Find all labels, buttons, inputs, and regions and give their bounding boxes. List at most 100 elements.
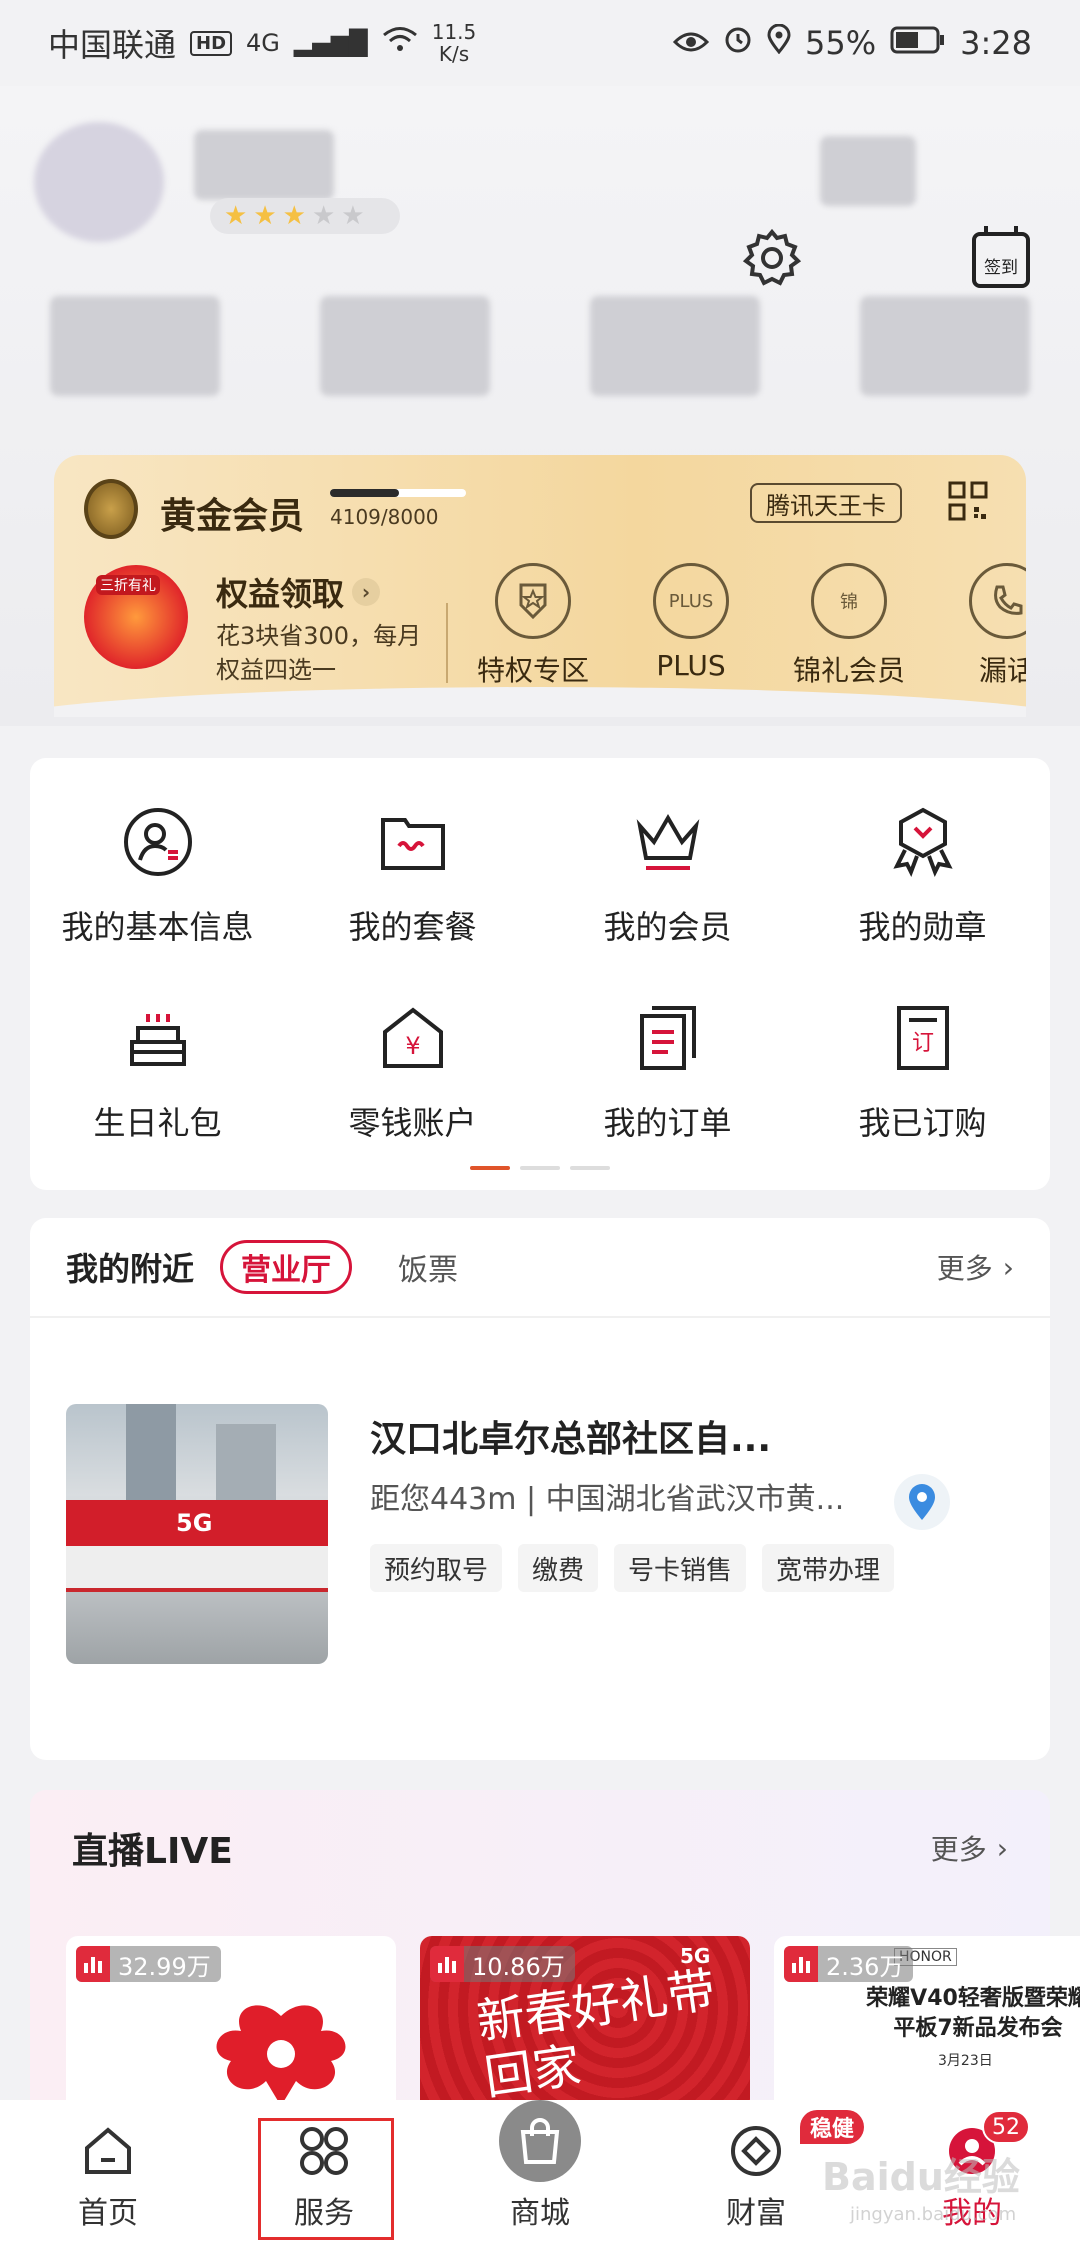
notification-blurred[interactable] [820,136,916,206]
more-label: 更多 [930,1833,987,1866]
rights-title: 权益领取 › [216,569,381,615]
speed-unit: K/s [438,42,470,66]
service-tag[interactable]: 预约取号 [370,1544,503,1592]
signin-button[interactable]: 签到 [972,226,1030,288]
diamond-icon [727,2122,785,2180]
qr-code-icon[interactable] [948,481,988,521]
tab-meal-ticket[interactable]: 饭票 [398,1245,458,1289]
orders-icon [628,998,708,1078]
live-bars-icon [76,1946,110,1982]
page-indicator [470,1166,610,1170]
battery-icon [890,24,946,62]
live-card[interactable]: 32.99万 [66,1936,396,2116]
settings-button[interactable] [740,226,804,290]
func-change-account[interactable]: ¥ 零钱账户 [285,998,540,1194]
perk-plus[interactable]: PLUS PLUS [632,563,750,689]
fish-tag: 三折有礼 [96,575,160,595]
eye-icon [672,24,710,62]
func-my-membership[interactable]: 我的会员 [540,802,795,998]
store-image-sign: 5G [66,1500,328,1546]
alarm-icon [723,24,753,62]
perk-missed-call[interactable]: 漏话 [948,563,1026,689]
svg-text:¥: ¥ [405,1032,420,1060]
viewer-count-badge: 10.86万 [430,1946,575,1982]
tab-business-hall[interactable]: 营业厅 [220,1240,353,1294]
watermark-logo: Baidu经验 [822,2155,1020,2199]
func-basic-info[interactable]: 我的基本信息 [30,802,285,998]
service-tag[interactable]: 号卡销售 [614,1544,747,1592]
clock-time: 3:28 [960,24,1032,62]
status-bar: 中国联通 HD 4G ▂▄▆█ 11.5 K/s 55% 3:28 [0,0,1080,86]
user-info-icon [118,802,198,882]
perks-row: 特权专区 PLUS PLUS 锦 锦礼会员 漏话 [474,563,1026,689]
live-card[interactable]: HONOR 荣耀V40轻奢版暨荣耀平板7新品发布会 3月23日 2.36万 [774,1936,1080,2116]
nearby-more-link[interactable]: 更多 › [937,1247,1014,1287]
func-label: 我的套餐 [348,908,477,946]
shield-star-icon [495,563,571,639]
service-tag[interactable]: 缴费 [518,1544,599,1592]
perk-gift-member[interactable]: 锦 锦礼会员 [790,563,908,689]
func-my-package[interactable]: 我的套餐 [285,802,540,998]
store-name[interactable]: 汉口北卓尔总部社区自... [370,1410,771,1462]
quick-item-blurred[interactable] [50,296,220,396]
crown-icon [628,802,708,882]
rights-title-text: 权益领取 [216,575,345,613]
quick-item-blurred[interactable] [860,296,1030,396]
perk-privilege-zone[interactable]: 特权专区 [474,563,592,689]
services-grid-icon [295,2122,353,2180]
perk-label: 锦礼会员 [792,654,905,687]
store-image[interactable]: 5G [66,1404,328,1664]
nav-services[interactable]: 服务 [216,2100,432,2244]
quick-item-blurred[interactable] [590,296,760,396]
shopping-bag-icon [499,2100,581,2182]
func-my-medals[interactable]: 我的勋章 [795,802,1050,998]
store-image-building [126,1404,176,1514]
star-icon: ★ [341,201,365,231]
package-icon [373,802,453,882]
function-grid: 我的基本信息 我的套餐 我的会员 我的勋章 生日礼包 ¥ 零钱账户 我的订单 订… [30,758,1050,1194]
tencent-card-button[interactable]: 腾讯天王卡 [750,483,902,523]
avatar[interactable] [34,122,164,242]
live-header: 直播LIVE 更多 › [30,1790,1050,1906]
signal-icon: ▂▄▆█ [293,29,368,57]
nav-mall[interactable]: 商城 [432,2100,648,2244]
perk-label: 特权专区 [476,654,589,687]
func-label: 零钱账户 [348,1104,477,1142]
store-service-tags: 预约取号 缴费 号卡销售 宽带办理 [370,1544,895,1592]
chevron-right-icon: › [1002,1250,1014,1284]
subscribed-icon: 订 [883,998,963,1078]
gold-medal-icon [84,479,138,539]
function-grid-card: 我的基本信息 我的套餐 我的会员 我的勋章 生日礼包 ¥ 零钱账户 我的订单 订… [30,758,1050,1190]
func-label: 我的勋章 [858,908,987,946]
nav-label: 服务 [294,2196,354,2231]
service-tag[interactable]: 宽带办理 [762,1544,895,1592]
nav-home[interactable]: 首页 [0,2100,216,2244]
promo-date: 3月23日 [938,2053,993,2069]
func-label: 我的会员 [603,908,732,946]
birthday-cake-icon [118,998,198,1078]
perk-label: PLUS [656,649,726,682]
live-title: 直播LIVE [72,1831,233,1872]
func-birthday-gift[interactable]: 生日礼包 [30,998,285,1194]
live-cards: 32.99万 新春好礼带回家 10.86万 5G HONOR 荣耀V40轻奢版暨… [66,1936,1080,2116]
viewer-count: 32.99万 [118,1952,211,1981]
quick-item-blurred[interactable] [320,296,490,396]
star-icon: ★ [224,201,248,231]
gold-member-card[interactable]: 黄金会员 4109/8000 腾讯天王卡 三折有礼 权益领取 › 花3块省300… [54,455,1026,717]
chevron-right-icon: › [996,1831,1008,1865]
viewer-count: 10.86万 [472,1952,565,1981]
func-label: 我的基本信息 [61,908,254,946]
location-icon [767,23,791,62]
func-subscribed[interactable]: 订 我已订购 [795,998,1050,1194]
rights-claim[interactable]: 三折有礼 权益领取 › 花3块省300，每月权益四选一 [84,565,464,685]
svg-text:订: 订 [911,1031,933,1056]
func-my-orders[interactable]: 我的订单 [540,998,795,1194]
viewer-count-badge: 2.36万 [784,1946,914,1982]
page-dot [570,1166,610,1170]
live-card[interactable]: 新春好礼带回家 10.86万 5G [420,1936,750,2116]
nearby-header: 我的附近 营业厅 饭票 更多 › [30,1218,1050,1318]
gift-icon: 锦 [811,563,887,639]
live-more-link[interactable]: 更多 › [931,1828,1008,1868]
map-pin-icon[interactable] [894,1474,950,1530]
live-bars-icon [430,1946,464,1982]
